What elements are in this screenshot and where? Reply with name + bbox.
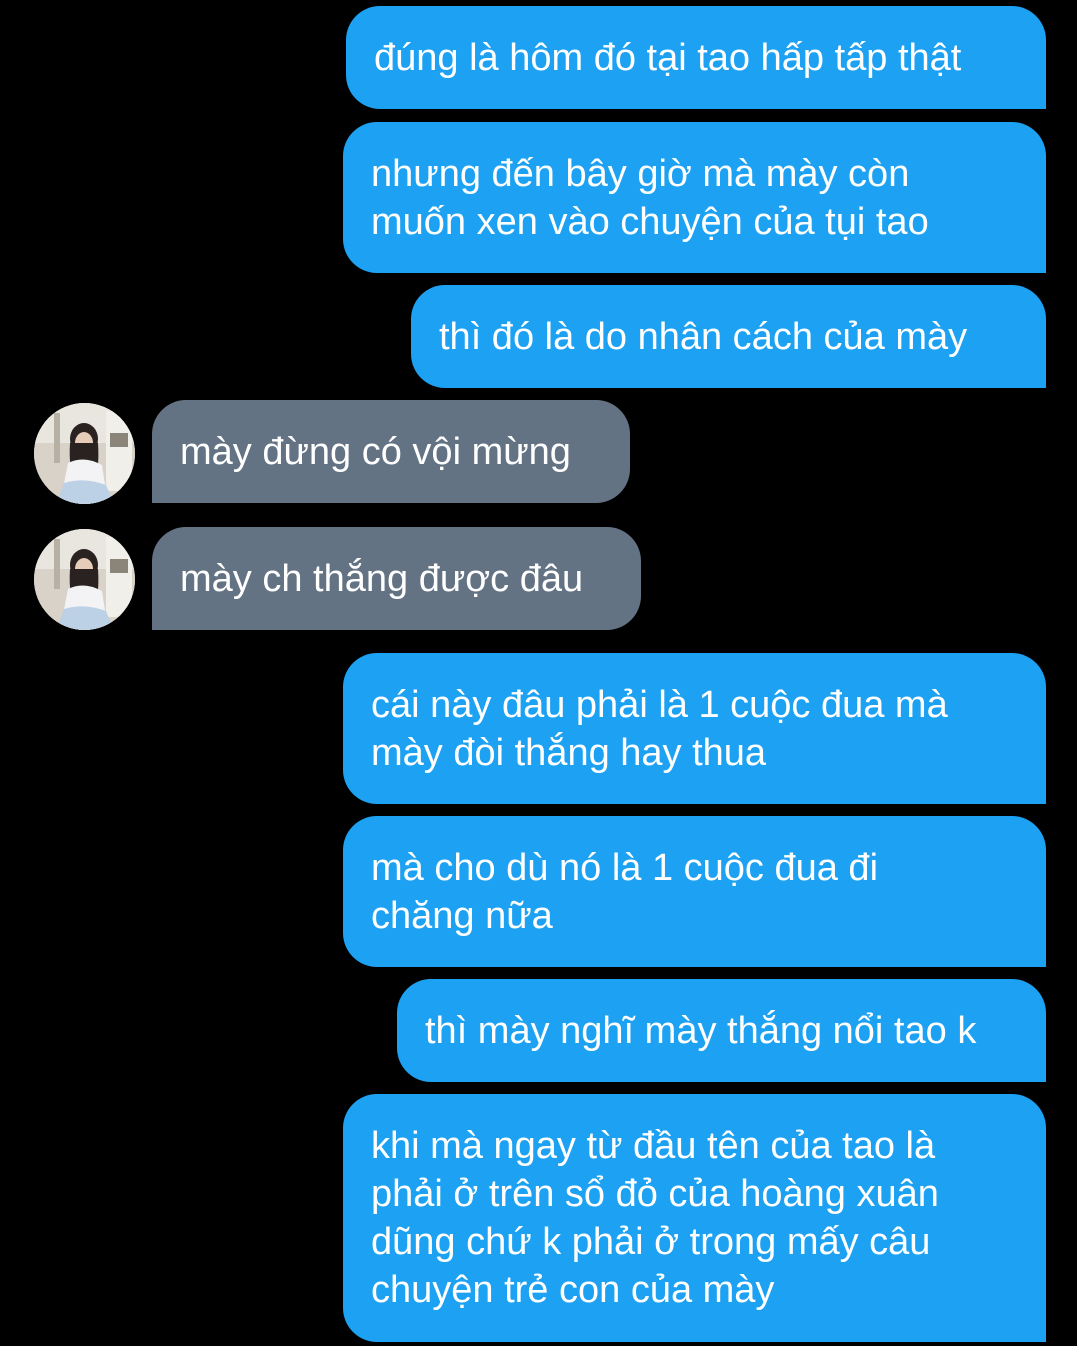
message-bubble-received[interactable]: mày đừng có vội mừng: [152, 400, 630, 503]
message-bubble-sent[interactable]: mà cho dù nó là 1 cuộc đua đi chăng nữa: [343, 816, 1046, 967]
message-bubble-sent[interactable]: khi mà ngay từ đầu tên của tao là phải ở…: [343, 1094, 1046, 1342]
message-bubble-sent[interactable]: đúng là hôm đó tại tao hấp tấp thật: [346, 6, 1046, 109]
contact-avatar-icon[interactable]: [34, 529, 135, 630]
message-bubble-sent[interactable]: cái này đâu phải là 1 cuộc đua mà mày đò…: [343, 653, 1046, 804]
message-bubble-sent[interactable]: nhưng đến bây giờ mà mày còn muốn xen và…: [343, 122, 1046, 273]
message-bubble-received[interactable]: mày ch thắng được đâu: [152, 527, 641, 630]
contact-avatar-icon[interactable]: [34, 403, 135, 504]
message-bubble-sent[interactable]: thì mày nghĩ mày thắng nổi tao k: [397, 979, 1046, 1082]
message-bubble-sent[interactable]: thì đó là do nhân cách của mày: [411, 285, 1046, 388]
